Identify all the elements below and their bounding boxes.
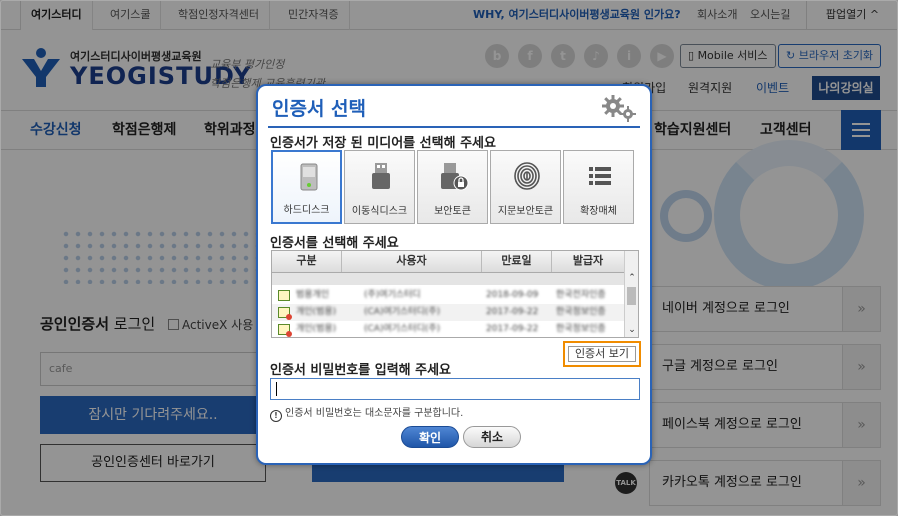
cert-expiry: 2017-09-22 [486,307,539,317]
settings-gear-icon[interactable] [601,94,637,122]
media-security-token[interactable]: 보안토큰 [417,150,488,224]
cert-list: 구분 사용자 만료일 발급자 범용개인 (주)여기스터디 2018-09-09 … [271,250,639,338]
password-prompt: 인증서 비밀번호를 입력해 주세요 [270,363,452,378]
media-harddisk[interactable]: 하드디스크 [271,150,342,224]
confirm-button[interactable]: 확인 [401,426,459,448]
cert-user: (CA)여기스터디(주) [364,307,441,317]
scroll-thumb[interactable] [627,287,636,305]
media-removable-disk[interactable]: 이동식디스크 [344,150,415,224]
column-expiry[interactable]: 만료일 [482,251,552,272]
cert-list-scrollbar[interactable]: ⌃ ⌄ [624,251,638,337]
usb-drive-icon [372,163,390,189]
list-icon [589,167,611,185]
certificate-icon [278,324,292,337]
security-token-icon [441,163,469,191]
media-prompt: 인증서가 저장 된 미디어를 선택해 주세요 [270,136,496,151]
view-cert-button-highlight: 인증서 보기 [563,341,641,367]
cert-user: (CA)여기스터디(주) [364,324,441,334]
cert-row[interactable]: 범용개인 (주)여기스터디 2018-09-09 한국전자인증 [272,287,624,304]
cert-issuer: 한국정보인증 [556,307,606,317]
cert-list-header: 구분 사용자 만료일 발급자 [272,251,624,273]
title-divider [268,126,640,128]
cert-row[interactable]: 개인(범용) (CA)여기스터디(주) 2017-09-22 한국정보인증 [272,321,624,338]
cert-user: (주)여기스터디 [364,290,421,300]
media-extension[interactable]: 확장매체 [563,150,634,224]
scroll-up-icon[interactable]: ⌃ [625,271,639,285]
cert-issuer: 한국정보인증 [556,324,606,334]
media-fingerprint-token[interactable]: 지문보안토큰 [490,150,561,224]
media-label: 이동식디스크 [351,206,408,217]
column-issuer[interactable]: 발급자 [552,251,624,272]
password-hint-text: 인증서 비밀번호는 대소문자를 구분합니다. [285,408,464,419]
cert-type: 개인(범용) [296,307,337,317]
certificate-icon [278,307,292,320]
cert-type: 범용개인 [296,290,330,300]
fingerprint-icon [514,162,540,190]
cert-expiry: 2018-09-09 [486,290,539,300]
cert-issuer: 한국전자인증 [556,290,606,300]
dialog-title: 인증서 선택 [272,98,367,120]
cert-password-input[interactable] [270,378,640,400]
column-type[interactable]: 구분 [272,251,342,272]
media-label: 지문보안토큰 [497,206,554,217]
media-label: 보안토큰 [434,206,471,217]
scroll-down-icon[interactable]: ⌄ [625,323,639,337]
cert-select-dialog: 인증서 선택 인증서가 저장 된 미디어를 선택해 주세요 하드디스크 이동식디… [256,84,652,465]
cert-expiry: 2017-09-22 [486,324,539,334]
cert-prompt: 인증서를 선택해 주세요 [270,236,399,251]
column-user[interactable]: 사용자 [342,251,482,272]
password-hint: ! 인증서 비밀번호는 대소문자를 구분합니다. [270,404,463,422]
cert-row[interactable]: 개인(범용) (CA)여기스터디(주) 2017-09-22 한국정보인증 [272,304,624,321]
info-icon: ! [270,410,282,422]
cert-type: 개인(범용) [296,324,337,334]
media-label: 확장매체 [580,206,617,217]
harddisk-icon [300,163,318,191]
media-selector: 하드디스크 이동식디스크 보안토큰 지문보안토큰 확장매체 [271,150,637,224]
cancel-button[interactable]: 취소 [463,426,521,448]
certificate-icon [278,290,290,301]
media-label: 하드디스크 [283,205,330,216]
cert-list-gap [272,273,624,285]
text-caret [276,382,277,396]
view-cert-button[interactable]: 인증서 보기 [568,346,636,362]
